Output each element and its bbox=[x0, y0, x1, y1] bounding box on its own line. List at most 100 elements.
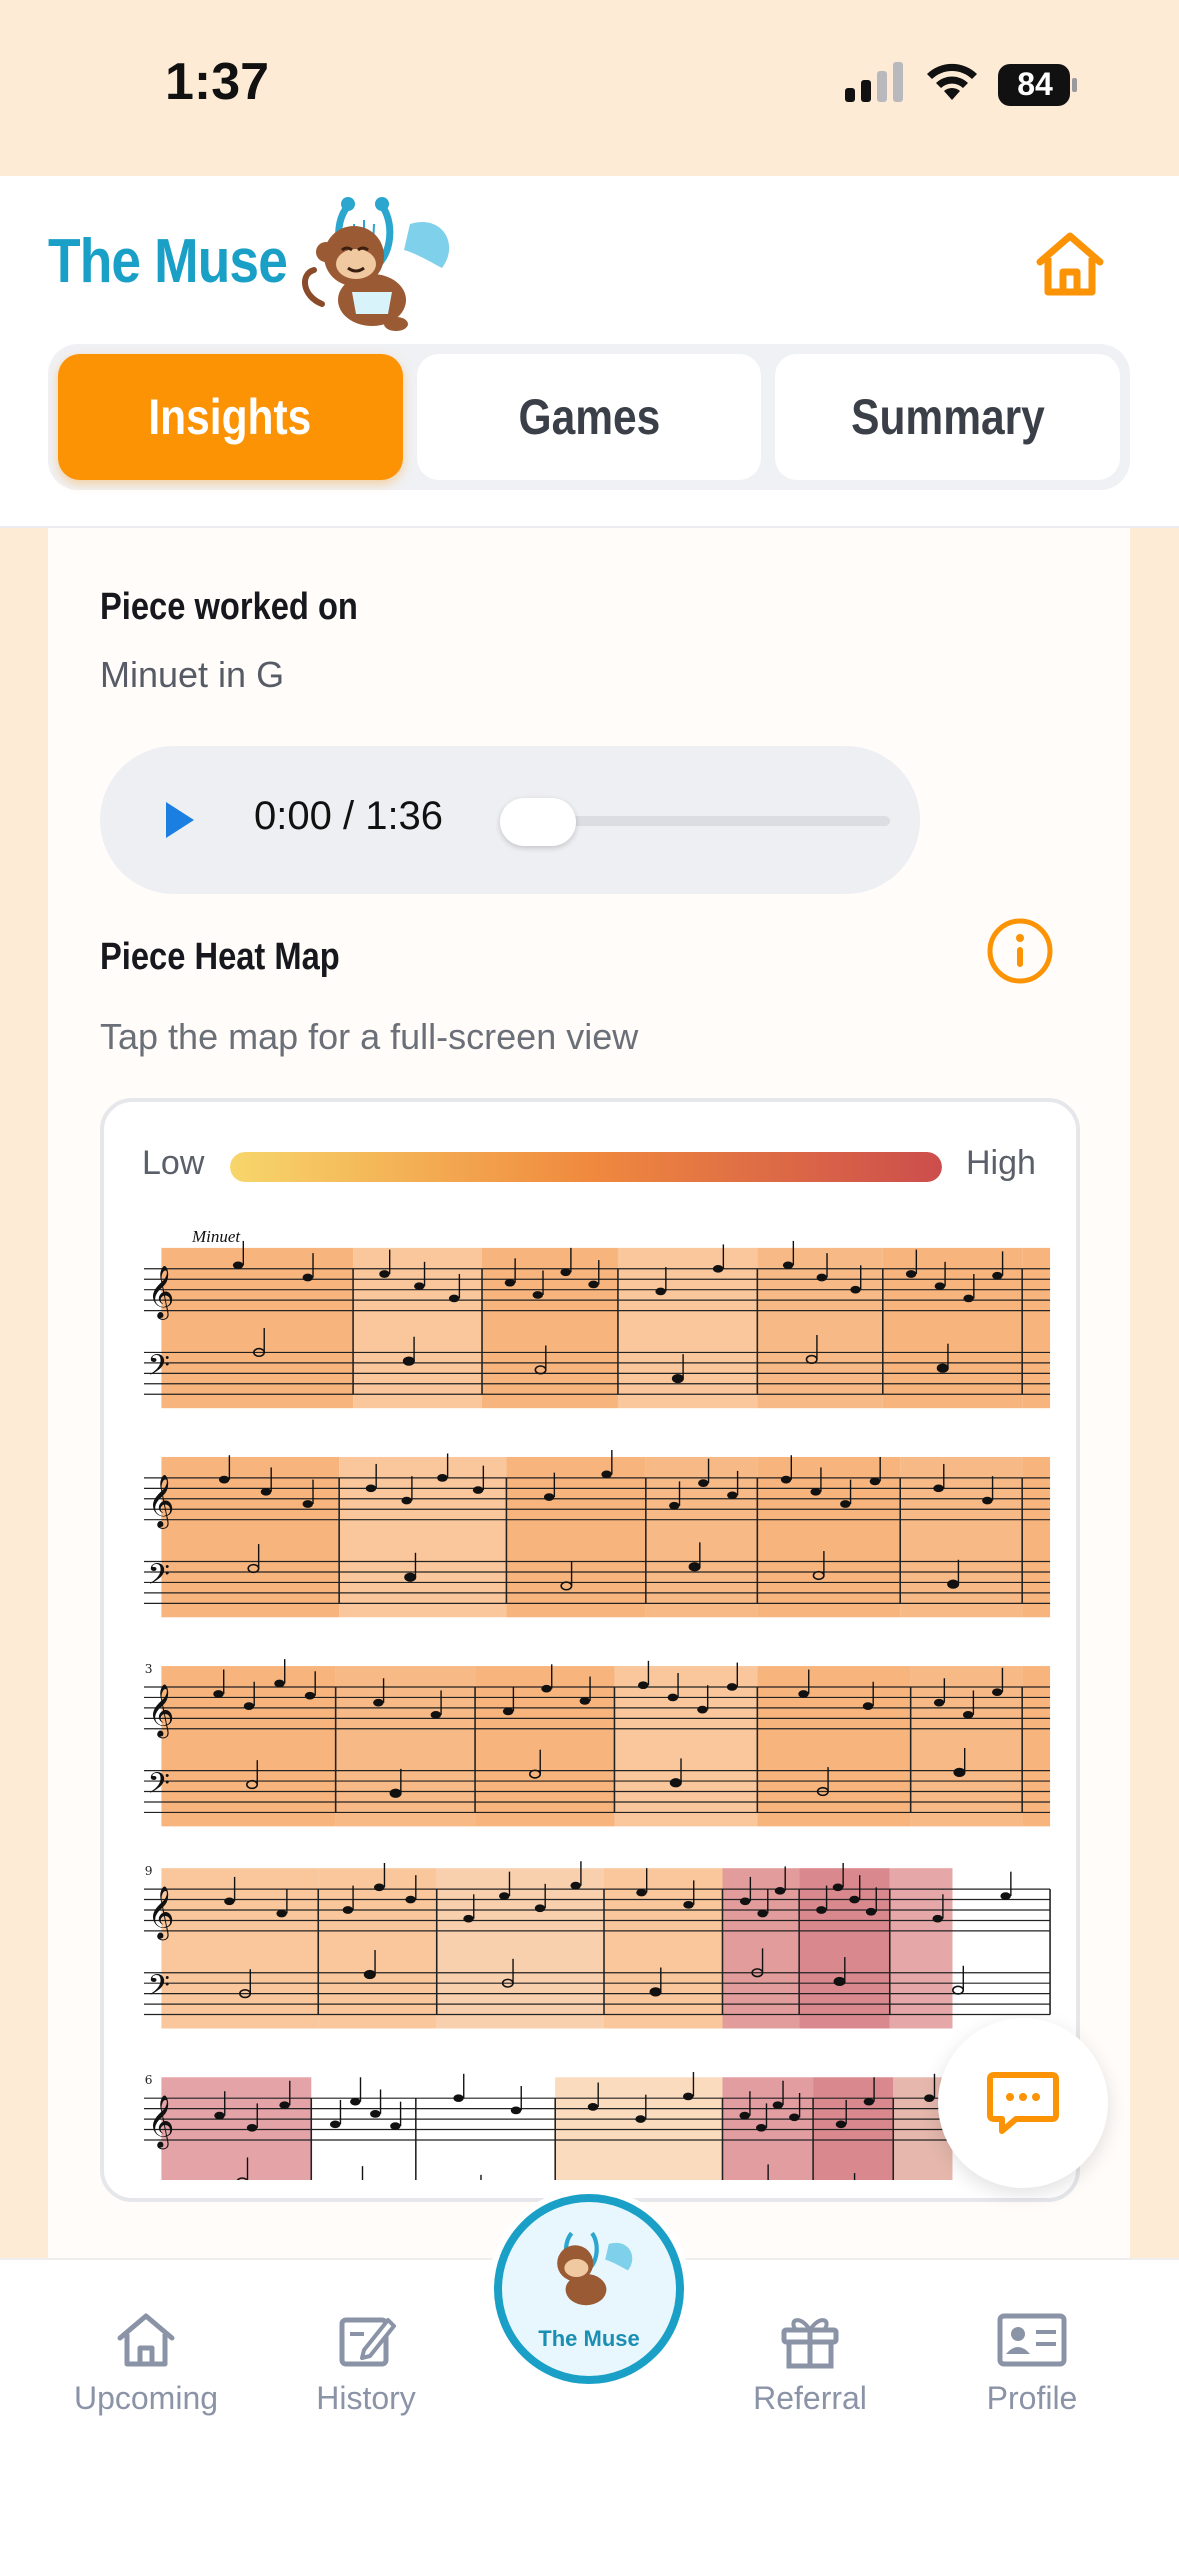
nav-referral[interactable]: Referral bbox=[710, 2310, 910, 2417]
note-head bbox=[532, 1291, 544, 1299]
heatmap-viewer[interactable]: Low High 𝄞𝄢𝄞𝄢7𝄞𝄢13𝄞𝄢19𝄞𝄢26Minuet bbox=[100, 1098, 1080, 2202]
note-head bbox=[437, 1474, 448, 1482]
note-head bbox=[224, 1897, 235, 1906]
play-icon[interactable] bbox=[154, 796, 202, 844]
heatmap-heading: Piece Heat Map bbox=[100, 936, 340, 978]
note-head bbox=[862, 1702, 874, 1710]
note-head bbox=[780, 1475, 792, 1484]
piece-name: Minuet in G bbox=[100, 654, 285, 695]
note-head bbox=[414, 1282, 425, 1291]
home-icon[interactable] bbox=[1030, 224, 1110, 304]
note-head bbox=[865, 1907, 877, 1916]
bass-clef: 𝄢 bbox=[147, 2179, 169, 2180]
home-outline-icon bbox=[117, 2313, 175, 2367]
note-head bbox=[276, 1909, 287, 1918]
note-head bbox=[472, 1486, 484, 1494]
note-head bbox=[430, 1711, 442, 1719]
note-head bbox=[274, 1679, 285, 1688]
bass-clef: 𝄢 bbox=[147, 1767, 169, 1807]
note-head bbox=[953, 1767, 966, 1777]
note-head bbox=[816, 1273, 828, 1282]
note-head bbox=[510, 2106, 522, 2115]
note-head bbox=[963, 1294, 974, 1303]
battery-level: 84 bbox=[1017, 66, 1053, 102]
note-head bbox=[905, 1270, 917, 1278]
note-head bbox=[213, 1690, 224, 1698]
chat-button[interactable] bbox=[938, 2018, 1108, 2188]
legend-low-label: Low bbox=[142, 1144, 205, 1182]
profile-card-icon bbox=[997, 2313, 1067, 2367]
note-head bbox=[588, 1280, 599, 1289]
note-head bbox=[849, 1895, 860, 1904]
note-head bbox=[933, 1698, 945, 1707]
audio-scrubber-thumb[interactable] bbox=[500, 798, 576, 846]
nav-upcoming-label: Upcoming bbox=[73, 2380, 219, 2416]
score-system: 𝄞 𝄢 7 bbox=[144, 1450, 1051, 1618]
score-content: 𝄞𝄢𝄞𝄢7𝄞𝄢13𝄞𝄢19𝄞𝄢26 bbox=[144, 1240, 1051, 2180]
note-head bbox=[933, 1484, 944, 1493]
insights-card: Piece worked on Minuet in G 0:00 / 1:36 … bbox=[48, 528, 1130, 2268]
note-head bbox=[243, 1702, 255, 1710]
bottom-navigation: Upcoming History The Muse Referral Profi… bbox=[0, 2194, 1179, 2556]
note-head bbox=[579, 1697, 591, 1705]
note-head bbox=[453, 2094, 464, 2103]
status-time: 1:37 bbox=[165, 53, 270, 111]
note-head bbox=[499, 1892, 510, 1900]
note-head bbox=[601, 1470, 612, 1479]
nav-upcoming[interactable]: Upcoming bbox=[46, 2310, 246, 2417]
note-head bbox=[992, 1271, 1003, 1280]
note-head bbox=[835, 2120, 847, 2129]
heat-cell bbox=[161, 2077, 312, 2180]
note-head bbox=[669, 1778, 682, 1788]
treble-clef: 𝄞 bbox=[147, 1683, 174, 1738]
note-head bbox=[363, 1969, 376, 1980]
note-head bbox=[543, 1493, 555, 1501]
note-head bbox=[330, 2120, 341, 2129]
heatmap-hint: Tap the map for a full-screen view bbox=[100, 1016, 639, 1057]
note-head bbox=[379, 1270, 390, 1278]
history-note-icon bbox=[339, 2317, 396, 2367]
note-head bbox=[463, 1914, 474, 1923]
note-head bbox=[934, 1282, 946, 1291]
note-head bbox=[504, 1278, 516, 1287]
note-head bbox=[952, 1985, 965, 1995]
piece-heading: Piece worked on bbox=[100, 586, 358, 628]
note-head bbox=[816, 1906, 827, 1914]
nav-profile[interactable]: Profile bbox=[932, 2310, 1132, 2417]
treble-clef: 𝄞 bbox=[147, 1265, 174, 1320]
note-head bbox=[947, 1579, 960, 1589]
note-head bbox=[924, 2094, 935, 2103]
note-head bbox=[667, 1693, 679, 1702]
info-icon[interactable] bbox=[985, 916, 1055, 986]
tab-games[interactable]: Games bbox=[416, 354, 762, 480]
tab-summary-label: Summary bbox=[850, 389, 1045, 445]
tab-summary[interactable]: Summary bbox=[775, 354, 1121, 480]
note-head bbox=[962, 1711, 974, 1719]
nav-history[interactable]: History bbox=[266, 2310, 466, 2417]
note-head bbox=[798, 1690, 809, 1698]
note-head bbox=[279, 2101, 290, 2109]
nav-the-muse[interactable]: The Muse bbox=[494, 2194, 684, 2384]
tab-insights[interactable]: Insights bbox=[58, 354, 403, 480]
note-head bbox=[739, 2111, 750, 2120]
note-head bbox=[636, 1888, 647, 1897]
note-head bbox=[404, 1572, 417, 1582]
measure-number: 7 bbox=[144, 1453, 145, 1467]
note-head bbox=[1000, 1892, 1011, 1900]
note-head bbox=[405, 1895, 416, 1904]
gift-icon bbox=[781, 2318, 839, 2369]
audio-time: 0:00 / 1:36 bbox=[254, 794, 444, 838]
note-head bbox=[688, 1562, 701, 1572]
note-head bbox=[727, 1491, 738, 1500]
note-head bbox=[683, 1900, 694, 1909]
note-head bbox=[390, 2122, 401, 2130]
note-head bbox=[869, 1477, 881, 1486]
note-head bbox=[304, 1691, 316, 1700]
status-bar: 1:37 84 bbox=[0, 0, 1179, 176]
note-head bbox=[448, 1294, 460, 1303]
note-head bbox=[832, 1883, 844, 1892]
note-head bbox=[833, 1976, 846, 1987]
note-head bbox=[342, 1906, 354, 1914]
note-head bbox=[389, 1788, 402, 1798]
section-tabs: Insights Games Summary bbox=[48, 344, 1130, 490]
